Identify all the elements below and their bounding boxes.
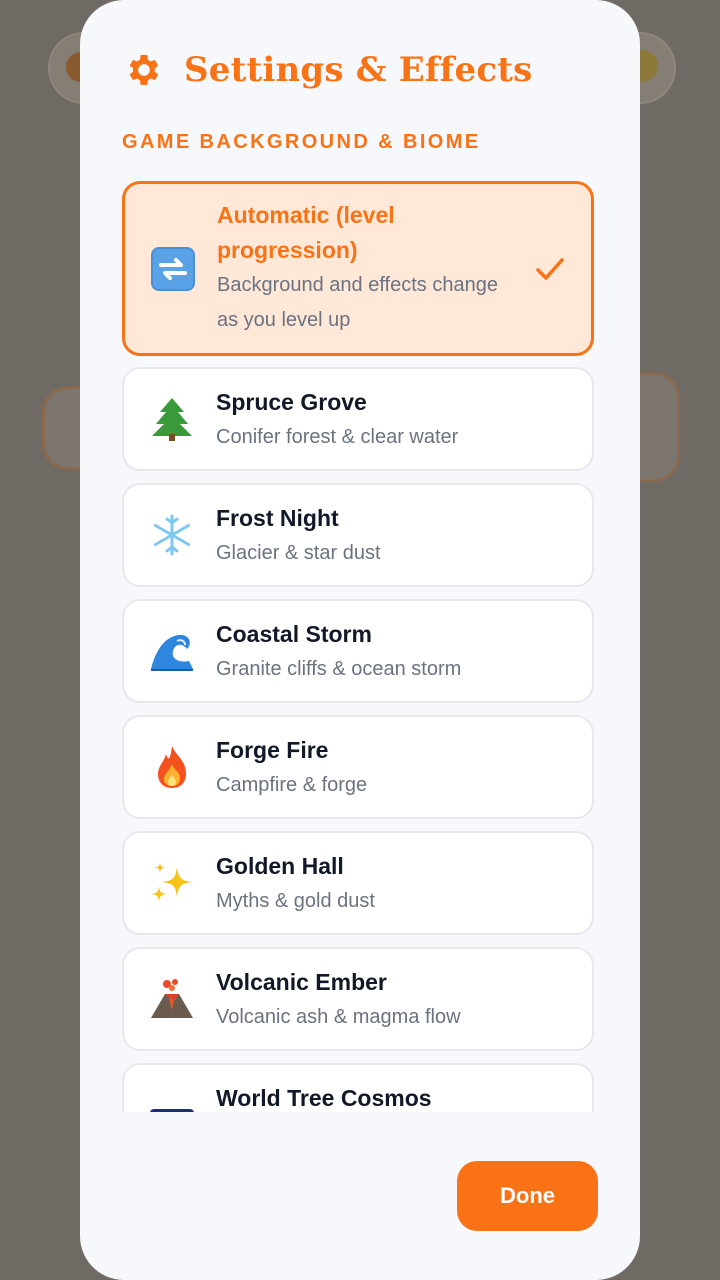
- biome-option-frost-night[interactable]: Frost Night Glacier & star dust: [122, 483, 594, 587]
- checkmark-icon: [533, 252, 567, 286]
- option-description: Conifer forest & clear water: [216, 426, 459, 448]
- option-title: Spruce Grove: [216, 389, 367, 415]
- fire-icon: [146, 741, 198, 793]
- option-text: Spruce Grove Conifer forest & clear wate…: [216, 385, 522, 455]
- biome-option-forge-fire[interactable]: Forge Fire Campfire & forge: [122, 715, 594, 819]
- volcano-icon: [146, 973, 198, 1025]
- evergreen-tree-icon: [146, 393, 198, 445]
- night-sky-icon: [146, 1105, 198, 1112]
- option-text: Forge Fire Campfire & forge: [216, 733, 522, 803]
- biome-option-golden-hall[interactable]: Golden Hall Myths & gold dust: [122, 831, 594, 935]
- section-label: GAME BACKGROUND & BIOME: [122, 131, 481, 153]
- done-button[interactable]: Done: [457, 1161, 598, 1231]
- option-description: Campfire & forge: [216, 774, 368, 796]
- biome-option-automatic[interactable]: Automatic (level progression) Background…: [122, 181, 594, 356]
- option-description: Myths & gold dust: [216, 890, 375, 912]
- refresh-icon: [147, 243, 199, 295]
- option-title: Golden Hall: [216, 853, 344, 879]
- option-title: World Tree Cosmos: [216, 1085, 432, 1111]
- modal-title: Settings & Effects: [184, 50, 533, 90]
- modal-header: Settings & Effects: [122, 44, 532, 96]
- option-description: Background and effects change as you lev…: [217, 274, 498, 331]
- option-title: Forge Fire: [216, 737, 329, 763]
- wave-icon: [146, 625, 198, 677]
- option-text: Volcanic Ember Volcanic ash & magma flow: [216, 965, 522, 1035]
- biome-options-list[interactable]: Automatic (level progression) Background…: [80, 178, 640, 1112]
- option-text: World Tree Cosmos: [216, 1081, 522, 1112]
- option-text: Golden Hall Myths & gold dust: [216, 849, 522, 919]
- option-description: Volcanic ash & magma flow: [216, 1006, 461, 1028]
- option-description: Granite cliffs & ocean storm: [216, 658, 462, 680]
- settings-modal: Settings & Effects GAME BACKGROUND & BIO…: [80, 0, 640, 1280]
- biome-option-spruce-grove[interactable]: Spruce Grove Conifer forest & clear wate…: [122, 367, 594, 471]
- option-text: Frost Night Glacier & star dust: [216, 501, 522, 571]
- option-title: Automatic (level progression): [217, 202, 395, 263]
- option-text: Coastal Storm Granite cliffs & ocean sto…: [216, 617, 522, 687]
- snowflake-icon: [146, 509, 198, 561]
- biome-option-coastal-storm[interactable]: Coastal Storm Granite cliffs & ocean sto…: [122, 599, 594, 703]
- biome-option-world-tree-cosmos[interactable]: World Tree Cosmos: [122, 1063, 594, 1112]
- option-title: Coastal Storm: [216, 621, 372, 647]
- option-title: Frost Night: [216, 505, 339, 531]
- biome-option-volcanic-ember[interactable]: Volcanic Ember Volcanic ash & magma flow: [122, 947, 594, 1051]
- option-description: Glacier & star dust: [216, 542, 381, 564]
- sparkles-icon: [146, 857, 198, 909]
- gear-icon: [122, 48, 166, 92]
- option-title: Volcanic Ember: [216, 969, 387, 995]
- option-text: Automatic (level progression) Background…: [217, 198, 521, 338]
